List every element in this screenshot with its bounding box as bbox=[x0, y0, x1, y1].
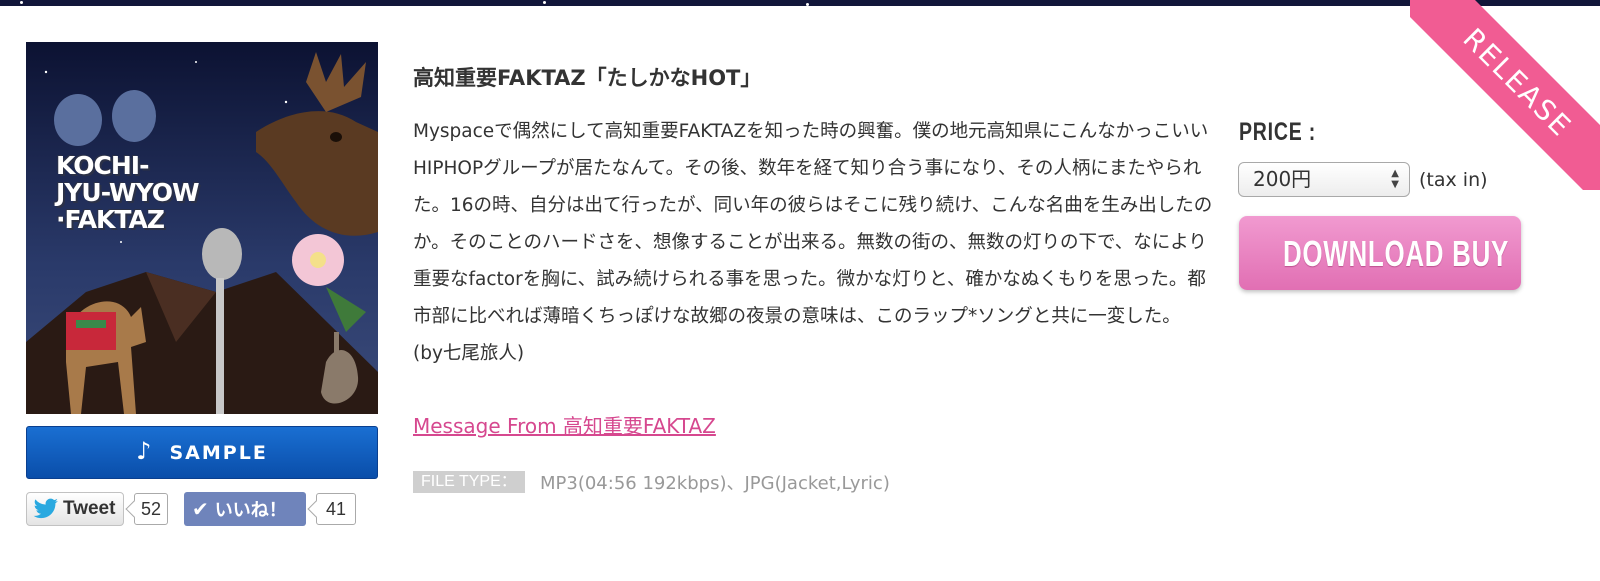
star-dot bbox=[543, 1, 546, 4]
tweet-count-bubble: 52 bbox=[134, 493, 168, 525]
file-type-label: FILE TYPE： bbox=[413, 471, 525, 493]
facebook-like-button[interactable]: ✔ いいね！ bbox=[184, 492, 306, 526]
tweet-button-label: Tweet bbox=[63, 498, 116, 519]
like-count-bubble: 41 bbox=[316, 493, 356, 525]
product-title: 高知重要FAKTAZ「たしかなHOT」 bbox=[413, 66, 762, 90]
product-description: Myspaceで偶然にして高知重要FAKTAZを知った時の興奮。僕の地元高知県に… bbox=[413, 121, 1213, 364]
star-dot bbox=[806, 3, 809, 6]
twitter-bird-icon bbox=[33, 498, 58, 519]
file-type-value: MP3(04:56 192kbps)、JPG(Jacket,Lyric) bbox=[540, 473, 890, 494]
release-ribbon: RELEASE bbox=[1410, 0, 1600, 190]
select-arrows-icon: ▲ ▼ bbox=[1391, 168, 1399, 190]
price-select[interactable]: 200円 ▲ ▼ bbox=[1238, 162, 1410, 197]
release-ribbon-label: RELEASE bbox=[1410, 0, 1600, 190]
sample-button-label: SAMPLE bbox=[169, 441, 268, 464]
tweet-button[interactable]: Tweet bbox=[26, 492, 124, 526]
price-select-value: 200円 bbox=[1253, 167, 1312, 191]
top-header-band bbox=[0, 0, 1600, 6]
star-dot bbox=[20, 1, 23, 4]
music-note-icon: ♪ bbox=[136, 436, 152, 465]
sample-play-button[interactable]: ♪ SAMPLE bbox=[26, 426, 378, 479]
album-jacket-image: KOCHI- JYU-WYOW ·FAKTAZ bbox=[26, 42, 378, 414]
jacket-artist-lettering: KOCHI- JYU-WYOW ·FAKTAZ bbox=[56, 151, 200, 234]
tax-note: (tax in) bbox=[1419, 169, 1488, 191]
download-buy-button[interactable]: DOWNLOAD BUY bbox=[1239, 216, 1521, 290]
artist-message-link[interactable]: Message From 高知重要FAKTAZ bbox=[413, 410, 716, 439]
checkmark-icon: ✔ bbox=[192, 497, 209, 521]
buy-button-label: DOWNLOAD BUY bbox=[1282, 233, 1510, 274]
like-button-label: いいね！ bbox=[214, 500, 287, 521]
price-label: PRICE : bbox=[1239, 118, 1316, 146]
